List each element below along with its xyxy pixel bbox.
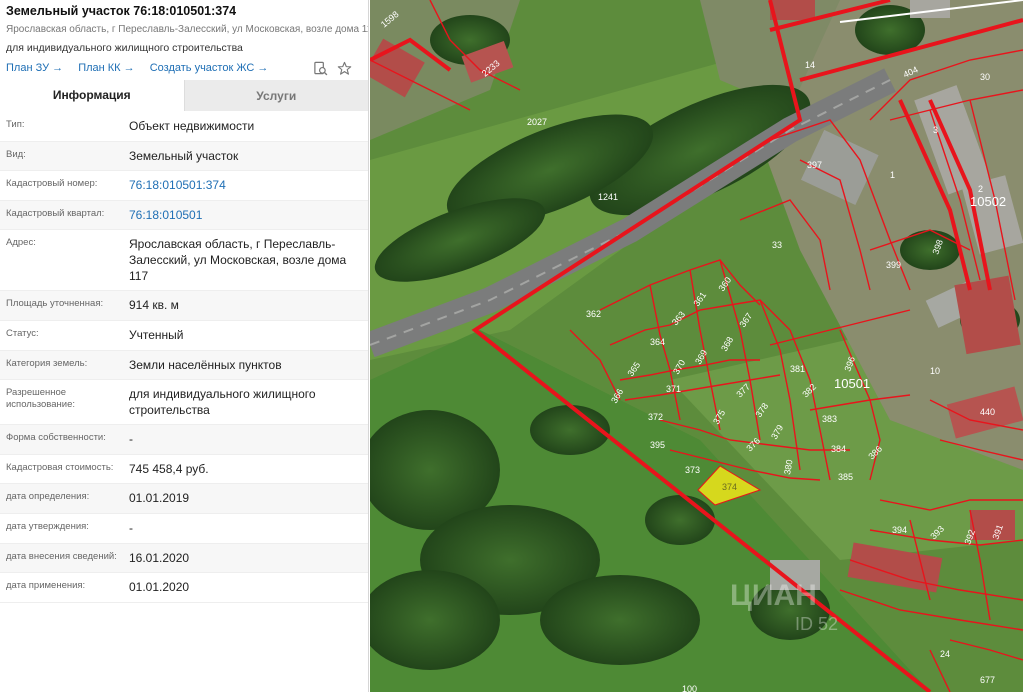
parcel-label: 362 bbox=[586, 309, 601, 319]
parcel-label: 394 bbox=[892, 525, 907, 535]
table-row: дата применения: 01.01.2020 bbox=[0, 573, 368, 603]
satellite-map-canvas[interactable]: 374 ЦИАН ID 52 1598 2233 2027 1241 397 3… bbox=[370, 0, 1023, 692]
row-label: Вид: bbox=[6, 148, 26, 160]
table-row: дата внесения сведений: 16.01.2020 bbox=[0, 543, 368, 574]
parcel-label: 24 bbox=[940, 649, 950, 659]
row-label: дата определения: bbox=[6, 491, 90, 503]
info-table: Тип: Объект недвижимости Вид: Земельный … bbox=[0, 112, 368, 603]
row-value: 01.01.2020 bbox=[129, 580, 190, 595]
plan-zu-link[interactable]: План ЗУ → bbox=[6, 62, 63, 74]
parcel-label: 372 bbox=[648, 412, 663, 422]
row-value: Объект недвижимости bbox=[129, 119, 255, 133]
parcel-label: 395 bbox=[650, 440, 665, 450]
cadastral-quarter-link[interactable]: 76:18:010501 bbox=[122, 201, 368, 230]
page-title: Земельный участок 76:18:010501:374 bbox=[6, 4, 237, 18]
parcel-label: 385 bbox=[838, 472, 853, 482]
row-value: Учтенный bbox=[129, 327, 184, 342]
row-label: Тип: bbox=[6, 119, 25, 130]
watermark-id: ID 52 bbox=[795, 614, 838, 634]
parcel-label: 364 bbox=[650, 337, 665, 347]
selected-parcel-label: 374 bbox=[722, 482, 737, 492]
parcel-label: 10 bbox=[930, 366, 940, 376]
parcel-label: 1241 bbox=[598, 192, 618, 202]
row-label: Площадь уточненная: bbox=[6, 298, 104, 310]
cadastral-map[interactable]: 374 ЦИАН ID 52 1598 2233 2027 1241 397 3… bbox=[370, 0, 1023, 692]
parcel-label: 33 bbox=[772, 240, 782, 250]
row-value: 914 кв. м bbox=[129, 298, 179, 313]
table-row: Тип: Объект недвижимости bbox=[0, 112, 368, 142]
tab-information[interactable]: Информация bbox=[0, 80, 184, 111]
row-label: Адрес: bbox=[6, 237, 36, 249]
parcel-label: 1 bbox=[890, 170, 895, 180]
cadastral-number-link[interactable]: 76:18:010501:374 bbox=[122, 171, 368, 200]
star-icon[interactable] bbox=[337, 61, 352, 76]
parcel-label: 677 bbox=[980, 675, 995, 685]
parcel-label: 440 bbox=[980, 407, 995, 417]
row-label: Разрешенное использование: bbox=[6, 387, 76, 411]
parcel-label: 3 bbox=[933, 125, 938, 135]
parcel-label: 371 bbox=[666, 384, 681, 394]
parcel-label: 397 bbox=[807, 160, 822, 170]
plan-kk-link[interactable]: План КК → bbox=[78, 62, 134, 74]
row-value: Земельный участок bbox=[129, 148, 239, 163]
parcel-label: 100 bbox=[682, 684, 697, 692]
table-row: Адрес: Ярославская область, г Переславль… bbox=[0, 230, 368, 292]
purpose-line: для индивидуального жилищного строительс… bbox=[6, 42, 243, 54]
parcel-label: 2027 bbox=[527, 117, 547, 127]
row-label: Категория земель: bbox=[6, 357, 88, 369]
table-row: Кадастровый номер: 76:18:010501:374 bbox=[0, 171, 368, 201]
table-row: Кадастровый квартал: 76:18:010501 bbox=[0, 200, 368, 231]
row-label: дата утверждения: bbox=[6, 520, 89, 532]
table-row: Статус: Учтенный bbox=[0, 321, 368, 351]
table-row: Форма собственности: - bbox=[0, 425, 368, 455]
watermark: ЦИАН bbox=[730, 579, 817, 612]
table-row: Категория земель: Земли населённых пункт… bbox=[0, 350, 368, 381]
header-links: План ЗУ → План КК → Создать участок ЖС → bbox=[6, 61, 362, 76]
parcel-label: 384 bbox=[831, 444, 846, 454]
table-row: дата утверждения: - bbox=[0, 514, 368, 544]
address-line: Ярославская область, г Переславль-Залесс… bbox=[6, 24, 369, 35]
parcel-label: 381 bbox=[790, 364, 805, 374]
create-plot-link[interactable]: Создать участок ЖС → bbox=[150, 62, 269, 74]
parcel-label: 2 bbox=[978, 184, 983, 194]
tab-services[interactable]: Услуги bbox=[183, 80, 368, 111]
row-value: 16.01.2020 bbox=[129, 550, 190, 565]
parcel-label: 399 bbox=[886, 260, 901, 270]
parcel-label: 30 bbox=[980, 72, 990, 82]
row-value: 745 458,4 руб. bbox=[129, 461, 209, 476]
row-label: дата применения: bbox=[6, 580, 86, 592]
row-label: Кадастровый номер: bbox=[6, 178, 98, 190]
quarter-label: 10501 bbox=[834, 376, 870, 391]
info-panel: Земельный участок 76:18:010501:374 Яросл… bbox=[0, 0, 369, 692]
table-row: дата определения: 01.01.2019 bbox=[0, 484, 368, 514]
parcel-label: 373 bbox=[685, 465, 700, 475]
document-search-icon[interactable] bbox=[313, 61, 328, 76]
row-label: дата внесения сведений: bbox=[6, 550, 117, 562]
row-label: Кадастровый квартал: bbox=[6, 207, 105, 219]
table-row: Площадь уточненная: 914 кв. м bbox=[0, 291, 368, 321]
parcel-label: 14 bbox=[805, 60, 815, 70]
row-value: - bbox=[129, 520, 133, 535]
row-value: - bbox=[129, 432, 133, 447]
row-value: Земли населённых пунктов bbox=[129, 357, 282, 372]
table-row: Кадастровая стоимость: 745 458,4 руб. bbox=[0, 455, 368, 485]
table-row: Вид: Земельный участок bbox=[0, 141, 368, 172]
panel-header: Земельный участок 76:18:010501:374 Яросл… bbox=[0, 0, 368, 80]
row-value: Ярославская область, г Переславль-Залесс… bbox=[129, 237, 347, 284]
parcel-label: 383 bbox=[822, 414, 837, 424]
row-label: Статус: bbox=[6, 327, 39, 339]
row-label: Кадастровая стоимость: bbox=[6, 461, 114, 473]
table-row: Разрешенное использование: для индивидуа… bbox=[0, 380, 368, 426]
row-value: для индивидуального жилищного строительс… bbox=[129, 387, 316, 418]
row-value: 01.01.2019 bbox=[129, 491, 190, 506]
tab-bar: Информация Услуги bbox=[0, 80, 368, 111]
quarter-label: 10502 bbox=[970, 194, 1006, 209]
row-label: Форма собственности: bbox=[6, 432, 106, 444]
